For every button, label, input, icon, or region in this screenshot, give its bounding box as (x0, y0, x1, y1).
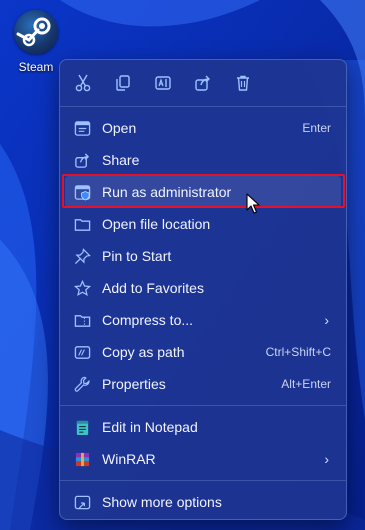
shield-icon (73, 183, 91, 201)
shortcut-text: Enter (302, 121, 331, 135)
chevron-right-icon: › (324, 312, 329, 328)
menu-item-winrar[interactable]: WinRAR › (65, 443, 341, 475)
trash-icon (237, 75, 249, 91)
steam-logo-icon (14, 10, 58, 54)
menu-item-label: Edit in Notepad (102, 419, 198, 435)
menu-item-share[interactable]: Share (65, 144, 341, 176)
rename-button[interactable] (148, 68, 178, 98)
menu-item-edit-in-notepad[interactable]: Edit in Notepad (65, 411, 341, 443)
menu-item-add-to-favorites[interactable]: Add to Favorites (65, 272, 341, 304)
mouse-pointer-icon (246, 193, 260, 220)
menu-item-properties[interactable]: Properties Alt+Enter (65, 368, 341, 400)
zip-folder-icon (73, 311, 91, 329)
menu-item-label: Show more options (102, 494, 222, 510)
share-button[interactable] (188, 68, 218, 98)
menu-item-open[interactable]: Open Enter (65, 112, 341, 144)
pin-icon (73, 247, 91, 265)
share-icon (195, 75, 210, 91)
menu-item-show-more-options[interactable]: Show more options (65, 486, 341, 518)
menu-item-pin-to-start[interactable]: Pin to Start (65, 240, 341, 272)
path-icon (73, 343, 91, 361)
notepad-icon (73, 418, 91, 436)
shortcut-text: Alt+Enter (281, 377, 331, 391)
context-menu: Open Enter Share Run as administrator Op… (59, 59, 347, 520)
menu-item-copy-as-path[interactable]: Copy as path Ctrl+Shift+C (65, 336, 341, 368)
desktop-shortcut-steam[interactable]: Steam (8, 8, 64, 78)
menu-item-label: Run as administrator (102, 184, 232, 200)
menu-item-label: Compress to... (102, 312, 194, 328)
menu-item-run-as-administrator[interactable]: Run as administrator (65, 176, 341, 208)
menu-item-label: Open (102, 120, 137, 136)
scissors-icon (75, 74, 91, 92)
menu-item-label: Share (102, 152, 140, 168)
winrar-icon (73, 450, 91, 468)
star-icon (73, 279, 91, 297)
menu-item-label: WinRAR (102, 451, 156, 467)
menu-item-label: Copy as path (102, 344, 185, 360)
menu-item-compress-to[interactable]: Compress to... › (65, 304, 341, 336)
copy-icon (116, 75, 130, 91)
menu-item-label: Properties (102, 376, 166, 392)
menu-item-label: Open file location (102, 216, 211, 232)
shortcut-text: Ctrl+Shift+C (265, 345, 331, 359)
more-options-icon (73, 493, 91, 511)
menu-item-label: Add to Favorites (102, 280, 204, 296)
rename-icon (155, 76, 171, 90)
delete-button[interactable] (228, 68, 258, 98)
folder-icon (73, 215, 91, 233)
chevron-right-icon: › (324, 451, 329, 467)
desktop-icon-label: Steam (18, 60, 54, 74)
menu-item-open-file-location[interactable]: Open file location (65, 208, 341, 240)
open-app-icon (73, 119, 91, 137)
share-icon (73, 151, 91, 169)
copy-button[interactable] (108, 68, 138, 98)
cut-button[interactable] (68, 68, 98, 98)
quick-actions-bar (60, 60, 346, 106)
wrench-icon (73, 375, 91, 393)
menu-item-label: Pin to Start (102, 248, 172, 264)
